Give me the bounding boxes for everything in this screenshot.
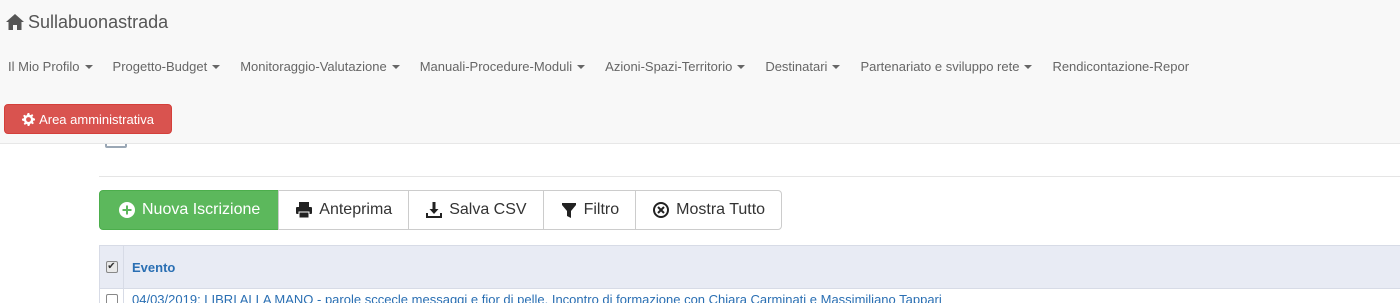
row-check-cell — [100, 289, 124, 303]
menu-item-profilo[interactable]: Il Mio Profilo — [0, 55, 103, 79]
action-toolbar: Nuova Iscrizione Anteprima Salva CSV Fil… — [99, 190, 783, 230]
menu-item-destinatari[interactable]: Destinatari — [755, 55, 850, 79]
header-check-cell: ✔ — [100, 246, 124, 288]
menu-item-progetto-budget[interactable]: Progetto-Budget — [103, 55, 231, 79]
event-link[interactable]: 04/03/2019: LIBRI ALLA MANO - parole scc… — [124, 292, 942, 303]
menu-item-rendicontazione[interactable]: Rendicontazione-Repor — [1042, 55, 1199, 79]
save-csv-button[interactable]: Salva CSV — [408, 190, 544, 230]
print-icon — [296, 202, 313, 219]
menu-item-partenariato[interactable]: Partenariato e sviluppo rete — [850, 55, 1042, 79]
brand-name: Sullabuonastrada — [28, 11, 169, 32]
navbar: Sullabuonastrada Il Mio Profilo Progetto… — [0, 0, 1400, 144]
table-header: ✔ Evento — [99, 245, 1400, 289]
caret-down-icon — [737, 65, 746, 69]
caret-down-icon — [577, 65, 586, 69]
caret-down-icon — [1024, 65, 1033, 69]
admin-area-button[interactable]: Area amministrativa — [4, 104, 172, 134]
brand-link[interactable]: Sullabuonastrada — [6, 10, 168, 34]
filter-icon — [561, 203, 576, 218]
caret-down-icon — [832, 65, 841, 69]
column-header-evento[interactable]: Evento — [124, 260, 175, 275]
home-icon — [6, 14, 24, 30]
caret-down-icon — [84, 65, 93, 69]
events-table: ✔ Evento 04/03/2019: LIBRI ALLA MANO - p… — [99, 245, 1400, 303]
show-all-button[interactable]: Mostra Tutto — [635, 190, 783, 230]
select-all-checkbox[interactable]: ✔ — [105, 261, 118, 273]
gear-icon — [22, 112, 36, 126]
menu-item-monitoraggio[interactable]: Monitoraggio-Valutazione — [230, 55, 409, 79]
heading-divider — [99, 176, 1400, 177]
plus-circle-icon — [119, 202, 135, 218]
row-checkbox[interactable] — [105, 293, 118, 303]
table-row: 04/03/2019: LIBRI ALLA MANO - parole scc… — [99, 289, 1400, 303]
caret-down-icon — [391, 65, 400, 69]
times-circle-icon — [653, 202, 670, 218]
filter-button[interactable]: Filtro — [542, 190, 637, 230]
menu-item-azioni[interactable]: Azioni-Spazi-Territorio — [595, 55, 755, 79]
admin-area-label: Area amministrativa — [39, 111, 154, 127]
download-icon — [426, 202, 443, 218]
preview-button[interactable]: Anteprima — [278, 190, 410, 230]
main-menu: Il Mio Profilo Progetto-Budget Monitorag… — [0, 55, 1199, 79]
menu-item-manuali[interactable]: Manuali-Procedure-Moduli — [410, 55, 595, 79]
caret-down-icon — [212, 65, 221, 69]
new-registration-button[interactable]: Nuova Iscrizione — [99, 190, 280, 230]
